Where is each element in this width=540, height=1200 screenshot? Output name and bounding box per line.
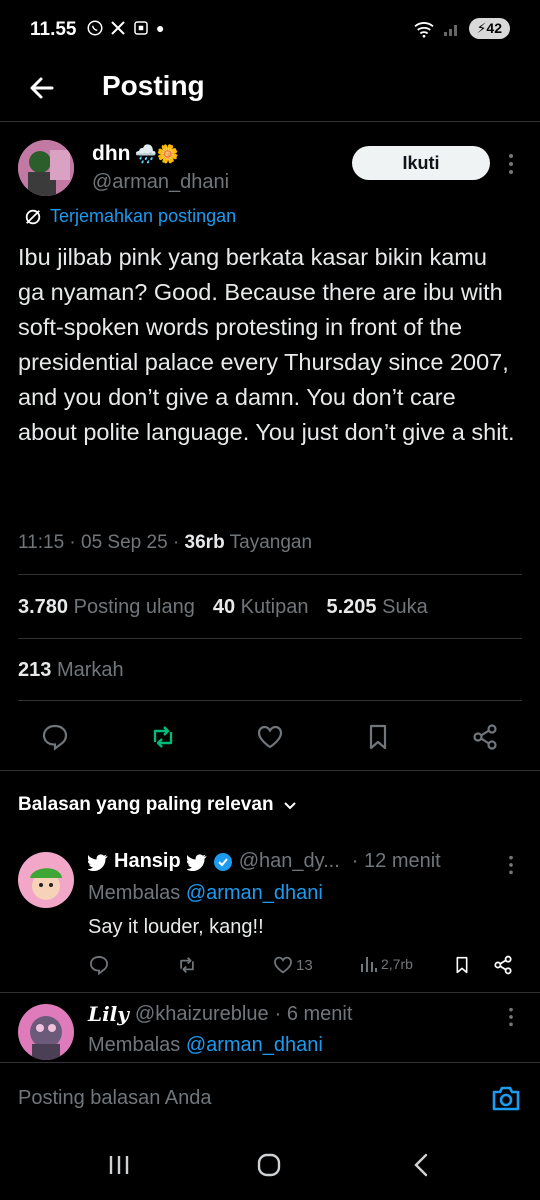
post-time: 11:15 · 05 Sep 25 · [18,532,185,553]
views-label: Tayangan [224,532,313,553]
translate-link[interactable]: Terjemahkan postingan [24,206,236,227]
reply-time: · 12 menit [351,850,441,872]
likes-stat[interactable]: 5.205 Suka [326,596,427,619]
share-icon[interactable] [492,954,514,976]
divider [0,992,540,993]
reposts-count: 3.780 [18,596,69,618]
like-icon[interactable] [255,722,285,752]
quotes-stat[interactable]: 40 Kutipan [213,596,309,619]
author-emoji: 🌧️🌼 [134,143,180,164]
charging-icon: ⚡ [476,20,487,36]
reply-views-count: 2,7rb [381,956,413,972]
screenshot-icon [134,21,148,35]
bird-icon [88,853,108,871]
reply-icon[interactable] [40,722,70,752]
repost-icon[interactable] [176,954,198,976]
author-avatar[interactable] [18,140,74,196]
repost-icon[interactable] [148,722,178,752]
back-nav-icon[interactable] [406,1150,436,1180]
home-icon[interactable] [254,1150,284,1180]
replying-to: Membalas @arman_dhani [88,1034,323,1057]
chevron-down-icon [283,802,296,810]
signal-icon [443,24,457,36]
back-arrow-icon[interactable] [24,70,60,106]
divider [18,574,522,575]
share-icon[interactable] [470,722,500,752]
views-icon [361,957,377,972]
reply-like-button[interactable]: 13 [272,954,313,976]
post-meta: 11:15 · 05 Sep 25 · 36rb Tayangan [18,532,312,554]
recent-apps-icon[interactable] [104,1150,134,1180]
status-time: 11.55 [30,19,77,40]
author-name-text: dhn [92,142,131,165]
whatsapp-icon [87,20,103,36]
verified-badge-icon [213,852,232,871]
dot-icon: ● [156,20,165,36]
more-options-icon[interactable] [504,152,518,176]
bird-icon [186,853,207,871]
reply-avatar[interactable] [18,1004,74,1060]
reply-icon[interactable] [88,954,110,976]
wifi-icon [414,21,434,38]
camera-icon[interactable] [490,1083,522,1113]
reply-avatar[interactable] [18,852,74,908]
bookmarks-label: Markah [56,659,124,681]
reposts-stat[interactable]: 3.780 Posting ulang [18,596,195,619]
divider [18,700,522,701]
quotes-count: 40 [212,596,236,618]
replies-sort-label: Balasan yang paling relevan [18,794,274,815]
reply-composer: Posting balasan Anda [0,1062,540,1132]
reply-likes-count: 13 [296,956,313,974]
divider [18,638,522,639]
follow-button[interactable]: Ikuti [352,146,490,180]
reply-text: Say it louder, kang!! [88,916,264,938]
post-actions [0,722,540,752]
system-navigation-bar [0,1132,540,1200]
status-bar: 11.55 ● ⚡42 [0,0,540,60]
views-count: 36rb [184,532,225,553]
replies-sort-dropdown[interactable]: Balasan yang paling relevan [18,794,298,816]
engagement-stats: 3.780 Posting ulang 40 Kutipan 5.205 Suk… [18,596,428,619]
reply-author-name[interactable]: Lily [88,1002,129,1026]
reply-input[interactable]: Posting balasan Anda [18,1087,212,1110]
replying-to-handle[interactable]: @arman_dhani [186,1034,323,1056]
bookmark-icon[interactable] [363,722,393,752]
likes-count: 5.205 [326,596,377,618]
replying-to-handle[interactable]: @arman_dhani [186,882,323,904]
reply-time: · 6 menit [274,1002,353,1025]
replying-prefix: Membalas [88,882,186,904]
more-options-icon[interactable] [504,854,518,876]
top-bar: Posting [0,60,540,122]
reply-author-handle[interactable]: @khaizureblue [135,1003,269,1026]
x-logo-icon [111,21,125,35]
translate-label: Terjemahkan postingan [50,206,237,226]
like-icon [274,956,292,974]
reply-actions: 13 2,7rb [0,954,540,978]
reply-views[interactable]: 2,7rb [360,954,413,974]
reply-author-handle[interactable]: @han_dy... [239,850,340,873]
bookmarks-stat[interactable]: 213 Markah [18,659,124,682]
post-text: Ibu jilbab pink yang berkata kasar bikin… [18,244,515,445]
divider [0,770,540,771]
reposts-label: Posting ulang [73,596,195,618]
more-options-icon[interactable] [504,1006,518,1028]
replying-to: Membalas @arman_dhani [88,882,323,905]
author-name[interactable]: dhn 🌧️🌼 [92,142,179,166]
notification-icons: ● [86,19,164,37]
reply-author-name[interactable]: Hansip [114,850,181,873]
likes-label: Suka [382,596,428,618]
author-handle[interactable]: @arman_dhani [92,171,229,194]
reply-header: Lily @khaizureblue · 6 menit [88,1002,352,1026]
page-title: Posting [102,70,205,101]
quotes-label: Kutipan [240,596,309,618]
replying-prefix: Membalas [88,1034,186,1056]
bookmarks-count: 213 [18,659,52,681]
battery-level: 42 [486,20,502,36]
translate-icon [25,209,41,224]
battery-indicator: ⚡42 [468,18,510,39]
reply-header: Hansip @han_dy... · 12 menit [88,850,441,873]
system-icons: ⚡42 [413,18,510,39]
bookmark-icon[interactable] [452,954,472,976]
